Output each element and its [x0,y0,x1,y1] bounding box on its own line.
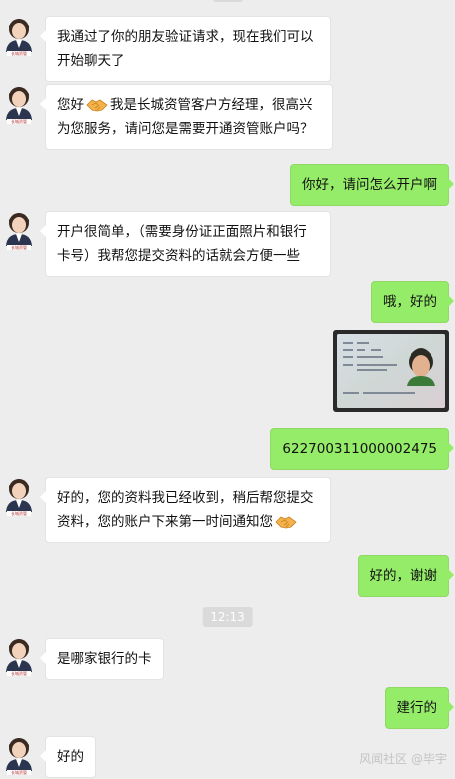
message-text: 开户很简单，（需要身份证正面照片和银行 [57,224,307,240]
message-bubble-self[interactable]: 你好，请问怎么开户啊 [290,164,454,206]
message-text: 资料，您的账户下来第一时间通知您 [57,514,273,530]
message-bubble[interactable]: 好的 [40,736,96,778]
message-text: 我是长城资管客户方经理，很高兴 [110,97,313,113]
message-text: 开始聊天了 [57,53,125,69]
message-text: 好的，谢谢 [369,568,438,584]
message-bubble[interactable]: 您好 我是长城资管客户方经理，很高兴 为您服务，请问您是需要开通资管账户吗？ [40,84,333,150]
message-text: 哦，好的 [383,294,437,310]
message-bubble-self[interactable]: 建行的 [384,687,454,729]
message-text: 好的，您的资料我已经收到，稍后帮您提交 [57,490,314,506]
contact-avatar-icon[interactable]: 长城资管 [3,86,35,124]
message-bubble-self[interactable]: 622700311000002475 [270,428,454,470]
contact-avatar-icon[interactable]: 长城资管 [3,737,35,775]
contact-avatar-icon[interactable]: 长城资管 [3,212,35,250]
message-bubble-self[interactable]: 好的，谢谢 [357,555,454,597]
svg-text:长城资管: 长城资管 [11,244,27,250]
svg-text:长城资管: 长城资管 [11,118,27,124]
svg-text:长城资管: 长城资管 [11,510,27,516]
id-card-image-message[interactable] [333,330,449,412]
contact-avatar-icon[interactable]: 长城资管 [3,638,35,676]
message-text: 好的 [57,749,84,765]
message-text: 是哪家银行的卡 [57,651,152,667]
watermark: 风闻社区 @毕宇 [359,752,447,766]
svg-text:长城资管: 长城资管 [11,50,27,56]
svg-text:长城资管: 长城资管 [11,769,27,775]
message-text: 卡号）我帮您提交资料的话就会方便一些 [57,248,300,264]
chat-area: 长城资管 我通过了你的朋友验证请求，现在我们可以 开始聊天了 长城资管 您好 我是… [0,0,455,779]
message-bubble-self[interactable]: 哦，好的 [371,281,454,323]
message-text: 为您服务，请问您是需要开通资管账户吗？ [57,121,314,137]
message-text: 您好 [57,97,84,113]
message-text: 你好，请问怎么开户啊 [302,177,437,193]
message-bubble[interactable]: 我通过了你的朋友验证请求，现在我们可以 开始聊天了 [40,16,331,82]
message-text: 建行的 [396,700,438,716]
message-text: 622700311000002475 [282,441,437,457]
handshake-emoji-icon [86,99,108,112]
contact-avatar-icon[interactable]: 长城资管 [3,18,35,56]
handshake-emoji-icon [275,516,297,529]
id-card-photo-icon [337,334,445,408]
message-bubble[interactable]: 是哪家银行的卡 [40,638,164,680]
message-bubble[interactable]: 好的，您的资料我已经收到，稍后帮您提交 资料，您的账户下来第一时间通知您 [40,477,331,543]
timestamp-top-partial [212,0,243,2]
timestamp: 12:13 [202,607,253,627]
message-text: 我通过了你的朋友验证请求，现在我们可以 [57,29,314,45]
contact-avatar-icon[interactable]: 长城资管 [3,478,35,516]
svg-text:长城资管: 长城资管 [11,670,27,676]
message-bubble[interactable]: 开户很简单，（需要身份证正面照片和银行 卡号）我帮您提交资料的话就会方便一些 [40,211,331,277]
